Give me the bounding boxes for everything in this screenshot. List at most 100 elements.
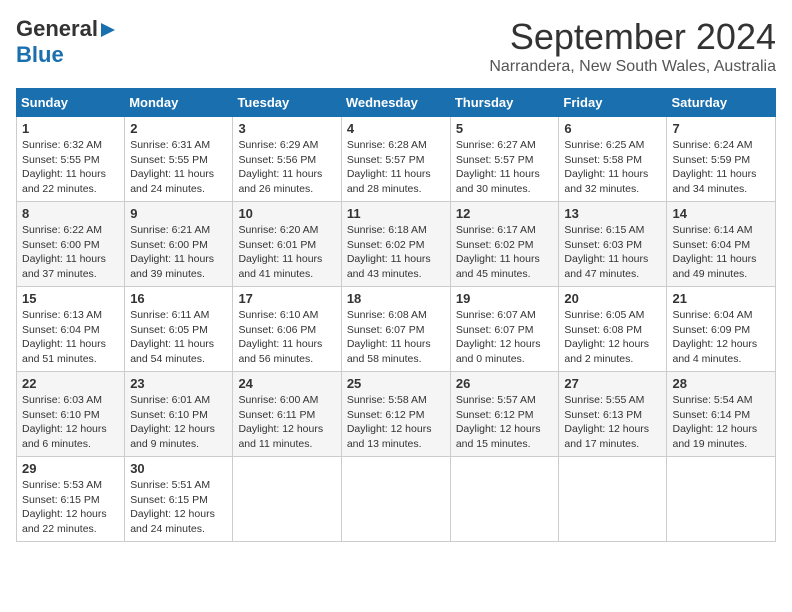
day-info: Sunrise: 6:22 AM Sunset: 6:00 PM Dayligh… — [22, 223, 119, 282]
month-title: September 2024 — [489, 16, 776, 58]
table-row: 19 Sunrise: 6:07 AM Sunset: 6:07 PM Dayl… — [450, 287, 559, 372]
table-row — [341, 457, 450, 542]
day-number: 14 — [672, 206, 770, 221]
day-number: 9 — [130, 206, 227, 221]
calendar-week-row: 15 Sunrise: 6:13 AM Sunset: 6:04 PM Dayl… — [17, 287, 776, 372]
day-info: Sunrise: 5:57 AM Sunset: 6:12 PM Dayligh… — [456, 393, 554, 452]
table-row: 10 Sunrise: 6:20 AM Sunset: 6:01 PM Dayl… — [233, 202, 341, 287]
day-info: Sunrise: 6:20 AM Sunset: 6:01 PM Dayligh… — [238, 223, 335, 282]
day-number: 22 — [22, 376, 119, 391]
table-row — [667, 457, 776, 542]
day-info: Sunrise: 6:24 AM Sunset: 5:59 PM Dayligh… — [672, 138, 770, 197]
day-number: 20 — [564, 291, 661, 306]
table-row: 24 Sunrise: 6:00 AM Sunset: 6:11 PM Dayl… — [233, 372, 341, 457]
table-row: 15 Sunrise: 6:13 AM Sunset: 6:04 PM Dayl… — [17, 287, 125, 372]
day-info: Sunrise: 6:00 AM Sunset: 6:11 PM Dayligh… — [238, 393, 335, 452]
day-number: 27 — [564, 376, 661, 391]
day-info: Sunrise: 6:28 AM Sunset: 5:57 PM Dayligh… — [347, 138, 445, 197]
day-info: Sunrise: 5:53 AM Sunset: 6:15 PM Dayligh… — [22, 478, 119, 537]
day-number: 4 — [347, 121, 445, 136]
day-info: Sunrise: 6:05 AM Sunset: 6:08 PM Dayligh… — [564, 308, 661, 367]
day-info: Sunrise: 6:25 AM Sunset: 5:58 PM Dayligh… — [564, 138, 661, 197]
day-info: Sunrise: 6:04 AM Sunset: 6:09 PM Dayligh… — [672, 308, 770, 367]
table-row: 28 Sunrise: 5:54 AM Sunset: 6:14 PM Dayl… — [667, 372, 776, 457]
day-info: Sunrise: 6:31 AM Sunset: 5:55 PM Dayligh… — [130, 138, 227, 197]
table-row: 5 Sunrise: 6:27 AM Sunset: 5:57 PM Dayli… — [450, 117, 559, 202]
table-row — [559, 457, 667, 542]
page-header: General Blue September 2024 Narrandera, … — [16, 16, 776, 76]
day-info: Sunrise: 6:10 AM Sunset: 6:06 PM Dayligh… — [238, 308, 335, 367]
day-number: 13 — [564, 206, 661, 221]
day-number: 23 — [130, 376, 227, 391]
day-info: Sunrise: 6:15 AM Sunset: 6:03 PM Dayligh… — [564, 223, 661, 282]
day-number: 19 — [456, 291, 554, 306]
table-row: 13 Sunrise: 6:15 AM Sunset: 6:03 PM Dayl… — [559, 202, 667, 287]
day-number: 21 — [672, 291, 770, 306]
table-row: 14 Sunrise: 6:14 AM Sunset: 6:04 PM Dayl… — [667, 202, 776, 287]
day-number: 24 — [238, 376, 335, 391]
day-number: 30 — [130, 461, 227, 476]
calendar-week-row: 22 Sunrise: 6:03 AM Sunset: 6:10 PM Dayl… — [17, 372, 776, 457]
table-row: 20 Sunrise: 6:05 AM Sunset: 6:08 PM Dayl… — [559, 287, 667, 372]
location: Narrandera, New South Wales, Australia — [489, 58, 776, 76]
day-info: Sunrise: 5:58 AM Sunset: 6:12 PM Dayligh… — [347, 393, 445, 452]
day-info: Sunrise: 6:11 AM Sunset: 6:05 PM Dayligh… — [130, 308, 227, 367]
day-number: 1 — [22, 121, 119, 136]
day-info: Sunrise: 6:01 AM Sunset: 6:10 PM Dayligh… — [130, 393, 227, 452]
table-row — [233, 457, 341, 542]
calendar-week-row: 29 Sunrise: 5:53 AM Sunset: 6:15 PM Dayl… — [17, 457, 776, 542]
day-number: 25 — [347, 376, 445, 391]
day-info: Sunrise: 6:14 AM Sunset: 6:04 PM Dayligh… — [672, 223, 770, 282]
calendar-header-row: Sunday Monday Tuesday Wednesday Thursday… — [17, 89, 776, 117]
table-row: 16 Sunrise: 6:11 AM Sunset: 6:05 PM Dayl… — [125, 287, 233, 372]
table-row: 18 Sunrise: 6:08 AM Sunset: 6:07 PM Dayl… — [341, 287, 450, 372]
table-row: 17 Sunrise: 6:10 AM Sunset: 6:06 PM Dayl… — [233, 287, 341, 372]
day-number: 16 — [130, 291, 227, 306]
table-row — [450, 457, 559, 542]
logo-icon — [99, 21, 117, 39]
table-row: 8 Sunrise: 6:22 AM Sunset: 6:00 PM Dayli… — [17, 202, 125, 287]
day-number: 28 — [672, 376, 770, 391]
table-row: 26 Sunrise: 5:57 AM Sunset: 6:12 PM Dayl… — [450, 372, 559, 457]
day-info: Sunrise: 6:13 AM Sunset: 6:04 PM Dayligh… — [22, 308, 119, 367]
day-number: 17 — [238, 291, 335, 306]
day-number: 7 — [672, 121, 770, 136]
day-number: 12 — [456, 206, 554, 221]
col-wednesday: Wednesday — [341, 89, 450, 117]
calendar-week-row: 1 Sunrise: 6:32 AM Sunset: 5:55 PM Dayli… — [17, 117, 776, 202]
logo-text: General — [16, 16, 117, 42]
day-info: Sunrise: 6:18 AM Sunset: 6:02 PM Dayligh… — [347, 223, 445, 282]
day-number: 8 — [22, 206, 119, 221]
day-info: Sunrise: 6:07 AM Sunset: 6:07 PM Dayligh… — [456, 308, 554, 367]
table-row: 12 Sunrise: 6:17 AM Sunset: 6:02 PM Dayl… — [450, 202, 559, 287]
table-row: 25 Sunrise: 5:58 AM Sunset: 6:12 PM Dayl… — [341, 372, 450, 457]
table-row: 11 Sunrise: 6:18 AM Sunset: 6:02 PM Dayl… — [341, 202, 450, 287]
day-number: 2 — [130, 121, 227, 136]
day-info: Sunrise: 6:27 AM Sunset: 5:57 PM Dayligh… — [456, 138, 554, 197]
col-sunday: Sunday — [17, 89, 125, 117]
table-row: 6 Sunrise: 6:25 AM Sunset: 5:58 PM Dayli… — [559, 117, 667, 202]
day-number: 15 — [22, 291, 119, 306]
calendar-week-row: 8 Sunrise: 6:22 AM Sunset: 6:00 PM Dayli… — [17, 202, 776, 287]
day-info: Sunrise: 5:55 AM Sunset: 6:13 PM Dayligh… — [564, 393, 661, 452]
col-saturday: Saturday — [667, 89, 776, 117]
day-info: Sunrise: 6:21 AM Sunset: 6:00 PM Dayligh… — [130, 223, 227, 282]
day-number: 18 — [347, 291, 445, 306]
table-row: 3 Sunrise: 6:29 AM Sunset: 5:56 PM Dayli… — [233, 117, 341, 202]
day-info: Sunrise: 5:54 AM Sunset: 6:14 PM Dayligh… — [672, 393, 770, 452]
table-row: 29 Sunrise: 5:53 AM Sunset: 6:15 PM Dayl… — [17, 457, 125, 542]
day-number: 11 — [347, 206, 445, 221]
table-row: 30 Sunrise: 5:51 AM Sunset: 6:15 PM Dayl… — [125, 457, 233, 542]
day-info: Sunrise: 6:29 AM Sunset: 5:56 PM Dayligh… — [238, 138, 335, 197]
day-number: 5 — [456, 121, 554, 136]
title-section: September 2024 Narrandera, New South Wal… — [489, 16, 776, 76]
table-row: 1 Sunrise: 6:32 AM Sunset: 5:55 PM Dayli… — [17, 117, 125, 202]
table-row: 23 Sunrise: 6:01 AM Sunset: 6:10 PM Dayl… — [125, 372, 233, 457]
table-row: 7 Sunrise: 6:24 AM Sunset: 5:59 PM Dayli… — [667, 117, 776, 202]
table-row: 27 Sunrise: 5:55 AM Sunset: 6:13 PM Dayl… — [559, 372, 667, 457]
day-info: Sunrise: 6:17 AM Sunset: 6:02 PM Dayligh… — [456, 223, 554, 282]
day-number: 10 — [238, 206, 335, 221]
col-monday: Monday — [125, 89, 233, 117]
day-info: Sunrise: 6:03 AM Sunset: 6:10 PM Dayligh… — [22, 393, 119, 452]
day-info: Sunrise: 6:32 AM Sunset: 5:55 PM Dayligh… — [22, 138, 119, 197]
